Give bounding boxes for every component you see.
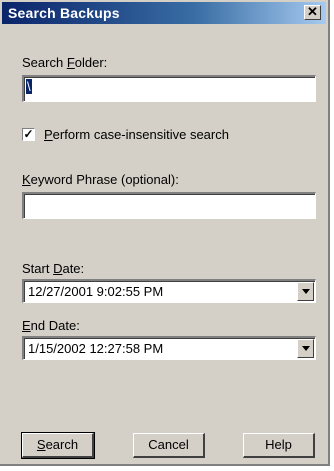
start-date-dropdown-button[interactable]	[297, 282, 314, 301]
start-date-label: Start Date:	[22, 261, 85, 276]
cancel-button[interactable]: Cancel	[133, 433, 205, 458]
search-folder-input[interactable]: \	[22, 75, 316, 102]
end-date-combobox[interactable]: 1/15/2002 12:27:58 PM	[22, 336, 316, 360]
start-date-value: 12/27/2001 9:02:55 PM	[28, 284, 164, 299]
search-button[interactable]: Search	[21, 432, 95, 459]
chevron-down-icon	[302, 289, 310, 294]
keyword-label: Keyword Phrase (optional):	[22, 172, 179, 187]
start-date-combobox[interactable]: 12/27/2001 9:02:55 PM	[22, 279, 316, 303]
end-date-value: 1/15/2002 12:27:58 PM	[28, 341, 164, 356]
title-bar: Search Backups ✕	[2, 2, 326, 24]
close-button[interactable]: ✕	[304, 5, 321, 20]
case-insensitive-checkbox[interactable]: ✓	[22, 128, 35, 141]
search-backups-dialog: Search Backups ✕ Search Folder: \ ✓ Perf…	[0, 0, 330, 466]
close-icon: ✕	[307, 4, 318, 19]
search-folder-value: \	[26, 79, 32, 94]
window-title: Search Backups	[8, 5, 120, 21]
case-insensitive-label[interactable]: Perform case-insensitive search	[44, 127, 229, 142]
chevron-down-icon	[302, 346, 310, 351]
keyword-input[interactable]	[22, 192, 316, 219]
end-date-label: End Date:	[22, 318, 80, 333]
help-button[interactable]: Help	[243, 433, 315, 458]
checkmark-icon: ✓	[23, 127, 34, 141]
search-folder-label: Search Folder:	[22, 55, 108, 70]
end-date-dropdown-button[interactable]	[297, 339, 314, 358]
